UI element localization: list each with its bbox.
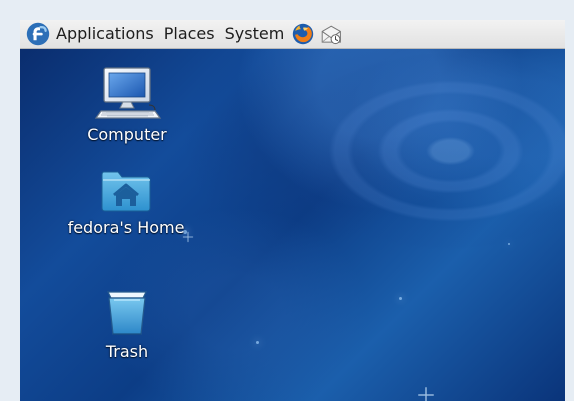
firefox-icon: [293, 23, 314, 45]
applications-menu-label: Applications: [56, 24, 154, 43]
firefox-launcher[interactable]: [289, 21, 317, 48]
computer-icon: [94, 67, 162, 119]
mail-clock-launcher[interactable]: [317, 21, 345, 48]
desktop-icon-computer[interactable]: Computer: [63, 66, 191, 148]
applications-menu[interactable]: Applications: [24, 21, 159, 48]
places-menu[interactable]: Places: [159, 21, 220, 48]
mail-clock-icon: [321, 25, 341, 44]
home-folder-icon: [101, 171, 151, 212]
screenshot-frame: Applications Places System Computer fedo…: [0, 0, 574, 401]
background-sparkle: [418, 387, 434, 401]
trash-icon: [107, 291, 147, 335]
home-label: fedora's Home: [67, 218, 185, 237]
background-star: [256, 341, 259, 344]
fedora-desktop-screen: Applications Places System Computer fedo…: [20, 20, 565, 401]
system-menu-label: System: [224, 24, 285, 43]
background-star: [508, 243, 510, 245]
places-menu-label: Places: [163, 24, 215, 43]
background-star: [399, 297, 402, 300]
system-menu[interactable]: System: [220, 21, 290, 48]
top-panel: Applications Places System: [20, 20, 565, 49]
computer-label: Computer: [87, 125, 167, 144]
desktop-icon-home[interactable]: fedora's Home: [62, 166, 190, 248]
desktop-background[interactable]: Computer fedora's Home Trash: [20, 49, 565, 401]
trash-label: Trash: [105, 342, 149, 361]
desktop-icon-trash[interactable]: Trash: [63, 284, 191, 366]
fedora-logo-icon: [26, 22, 50, 46]
